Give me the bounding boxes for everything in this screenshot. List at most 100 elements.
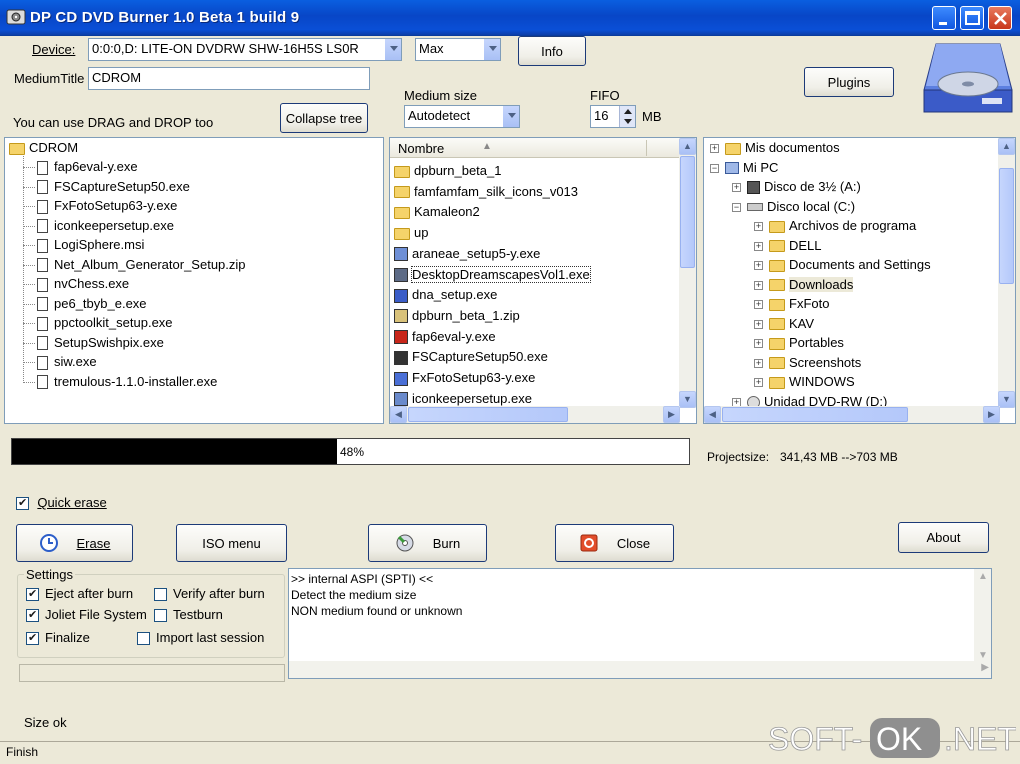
expand-toggle-icon[interactable]: + (732, 183, 741, 193)
scroll-down-icon[interactable]: ▼ (679, 391, 696, 408)
scroll-up-icon[interactable]: ▲ (978, 571, 988, 582)
checkbox-icon[interactable] (26, 631, 39, 646)
expand-toggle-icon[interactable]: + (754, 241, 763, 251)
explorer-tree-item[interactable]: + Downloads (754, 276, 854, 292)
project-tree-item[interactable]: nvChess.exe (23, 276, 129, 292)
import-last-session-checkbox[interactable]: Import last session (137, 630, 264, 646)
explorer-tree-item[interactable]: + FxFoto (754, 296, 829, 311)
erase-button[interactable]: Erase (16, 524, 133, 562)
project-tree-item[interactable]: fap6eval-y.exe (23, 159, 138, 175)
explorer-tree-item[interactable]: + WINDOWS (754, 374, 855, 389)
project-tree-item[interactable]: pe6_tbyb_e.exe (23, 296, 147, 312)
explorer-tree-item[interactable]: + Documents and Settings (754, 257, 931, 272)
file-list-item[interactable]: dpburn_beta_1.zip (394, 308, 520, 324)
file-list-item[interactable]: FxFotoSetup63-y.exe (394, 370, 535, 386)
log-memo[interactable]: >> internal ASPI (SPTI) << Detect the med… (288, 568, 992, 679)
eject-after-burn-checkbox[interactable]: Eject after burn (26, 586, 133, 602)
explorer-tree-item[interactable]: + Disco de 3½ (A:) (732, 179, 861, 195)
file-list-hscroll[interactable]: ◀ ▶ (390, 406, 680, 423)
scroll-thumb[interactable] (680, 156, 695, 268)
scroll-down-icon[interactable]: ▼ (998, 391, 1015, 408)
project-tree-item[interactable]: FSCaptureSetup50.exe (23, 179, 190, 195)
log-vscroll[interactable]: ▲ ▼ (974, 569, 991, 663)
expand-toggle-icon[interactable]: + (754, 222, 763, 232)
log-hscroll[interactable]: ▶ (289, 661, 991, 678)
expand-toggle-icon[interactable]: + (754, 319, 763, 329)
column-header-name[interactable]: Nombre ▲ (390, 138, 680, 158)
fifo-spinner[interactable]: 16 (590, 105, 636, 128)
expand-toggle-icon[interactable]: + (754, 378, 763, 388)
file-list-item[interactable]: dna_setup.exe (394, 287, 497, 303)
expand-toggle-icon[interactable]: − (710, 163, 719, 173)
verify-after-burn-checkbox[interactable]: Verify after burn (154, 586, 265, 602)
scroll-thumb-h[interactable] (722, 407, 908, 422)
collapse-tree-button[interactable]: Collapse tree (280, 103, 368, 133)
explorer-tree-item[interactable]: + Archivos de programa (754, 218, 916, 233)
project-tree-item[interactable]: siw.exe (23, 354, 97, 370)
project-tree-item[interactable]: Net_Album_Generator_Setup.zip (23, 257, 246, 273)
file-list-item[interactable]: FSCaptureSetup50.exe (394, 349, 548, 365)
expand-toggle-icon[interactable]: + (754, 300, 763, 310)
explorer-tree-item[interactable]: + Mis documentos (710, 140, 840, 155)
file-list-item[interactable]: famfamfam_silk_icons_v013 (394, 184, 578, 199)
scroll-down-icon[interactable]: ▼ (978, 650, 988, 661)
close-button[interactable]: Close (555, 524, 674, 562)
finalize-checkbox[interactable]: Finalize (26, 630, 90, 646)
explorer-tree-item[interactable]: + Portables (754, 335, 844, 350)
scroll-left-icon[interactable]: ◀ (704, 406, 721, 423)
file-list-item[interactable]: up (394, 225, 428, 240)
file-list-item[interactable]: dpburn_beta_1 (394, 163, 501, 178)
file-list-item[interactable]: araneae_setup5-y.exe (394, 246, 540, 262)
project-tree[interactable]: CDROM fap6eval-y.exe FSCaptureSetup50.exe… (4, 137, 384, 424)
project-tree-item[interactable]: FxFotoSetup63-y.exe (23, 198, 177, 214)
file-list-item[interactable]: iconkeepersetup.exe (394, 391, 532, 407)
checkbox-icon[interactable] (154, 588, 167, 602)
device-select[interactable]: 0:0:0,D: LITE-ON DVDRW SHW-16H5S LS0R (88, 38, 402, 61)
joliet-checkbox[interactable]: Joliet File System (26, 607, 147, 623)
maximize-button[interactable] (960, 6, 984, 30)
project-tree-item[interactable]: iconkeepersetup.exe (23, 218, 174, 234)
about-button[interactable]: About (898, 522, 989, 553)
scroll-right-icon[interactable]: ▶ (981, 662, 989, 673)
explorer-tree-item[interactable]: − Mi PC (710, 160, 778, 175)
plugins-button[interactable]: Plugins (804, 67, 894, 97)
project-tree-item[interactable]: SetupSwishpix.exe (23, 335, 164, 351)
burn-button[interactable]: Burn (368, 524, 487, 562)
file-list-item[interactable]: DesktopDreamscapesVol1.exe (394, 265, 591, 283)
explorer-vscroll[interactable]: ▲ ▼ (998, 138, 1015, 408)
scroll-right-icon[interactable]: ▶ (663, 406, 680, 423)
scroll-thumb[interactable] (999, 168, 1014, 284)
explorer-hscroll[interactable]: ◀ ▶ (704, 406, 1000, 423)
project-tree-item[interactable]: ppctoolkit_setup.exe (23, 315, 173, 331)
project-tree-item[interactable]: tremulous-1.1.0-installer.exe (23, 374, 217, 390)
title-bar[interactable]: DP CD DVD Burner 1.0 Beta 1 build 9 (0, 0, 1020, 36)
medium-title-input[interactable]: CDROM (88, 67, 370, 90)
tree-root[interactable]: CDROM (9, 140, 78, 155)
medium-size-select[interactable]: Autodetect (404, 105, 520, 128)
file-list-item[interactable]: fap6eval-y.exe (394, 329, 496, 345)
scroll-left-icon[interactable]: ◀ (390, 406, 407, 423)
minimize-button[interactable] (932, 6, 956, 30)
testburn-checkbox[interactable]: Testburn (154, 607, 223, 623)
info-button[interactable]: Info (518, 36, 586, 66)
explorer-tree-item[interactable]: + KAV (754, 316, 814, 331)
expand-toggle-icon[interactable]: + (754, 358, 763, 368)
quick-erase-checkbox[interactable]: Quick erase (16, 495, 107, 511)
expand-toggle-icon[interactable]: + (710, 144, 719, 154)
scroll-up-icon[interactable]: ▲ (679, 138, 696, 155)
iso-menu-button[interactable]: ISO menu (176, 524, 287, 562)
speed-select[interactable]: Max (415, 38, 501, 61)
checkbox-icon[interactable] (16, 496, 29, 511)
checkbox-icon[interactable] (154, 609, 167, 623)
checkbox-icon[interactable] (26, 587, 39, 602)
file-list[interactable]: Nombre ▲ dpburn_beta_1 famfamfam_silk_ico… (389, 137, 697, 424)
file-list-vscroll[interactable]: ▲ ▼ (679, 138, 696, 408)
explorer-tree-item[interactable]: + DELL (754, 238, 822, 253)
checkbox-icon[interactable] (26, 608, 39, 623)
explorer-tree[interactable]: + Mis documentos − Mi PC + Disco de 3½ (A:) − D… (703, 137, 1016, 424)
close-window-button[interactable] (988, 6, 1012, 30)
file-list-item[interactable]: Kamaleon2 (394, 204, 480, 219)
scroll-right-icon[interactable]: ▶ (983, 406, 1000, 423)
explorer-tree-item[interactable]: + Screenshots (754, 355, 861, 370)
expand-toggle-icon[interactable]: + (754, 261, 763, 271)
